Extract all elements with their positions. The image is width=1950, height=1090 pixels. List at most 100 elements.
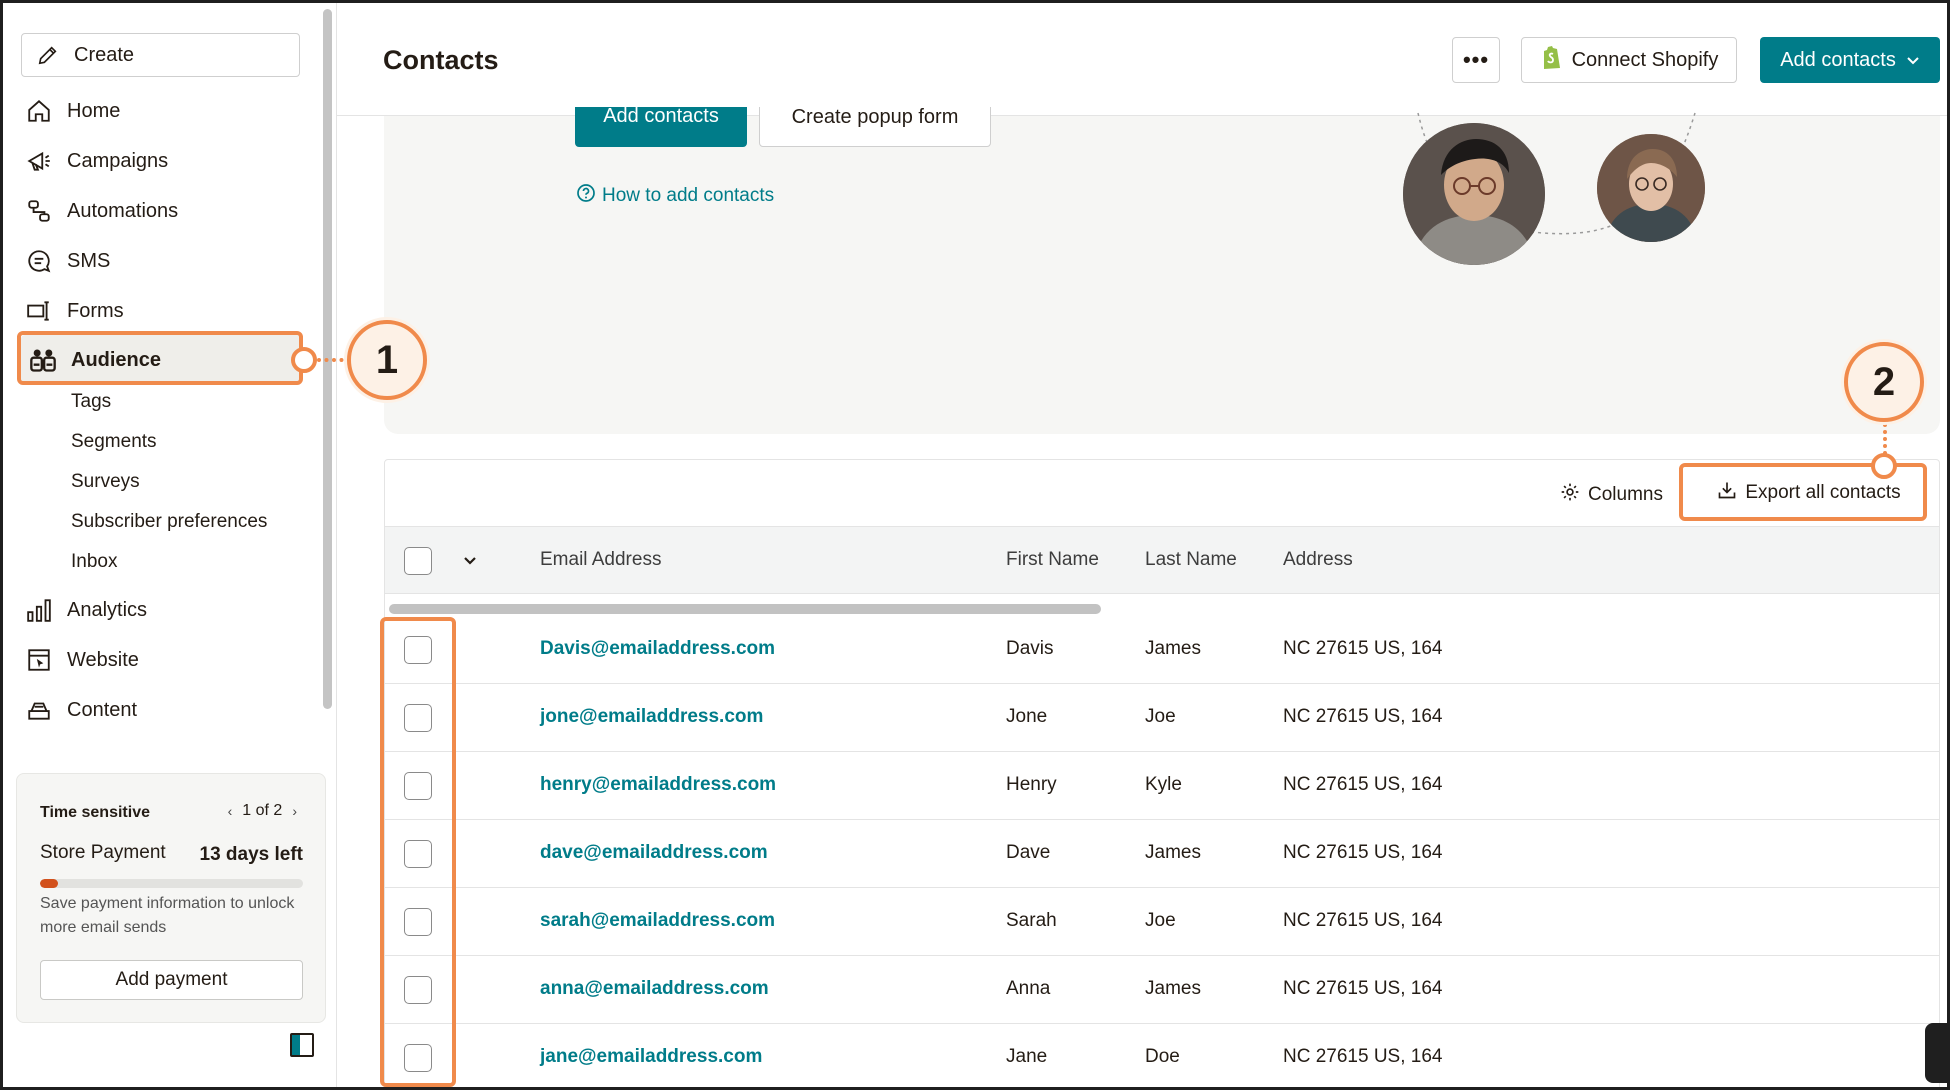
- cell-last-name: Joe: [1145, 910, 1176, 931]
- cell-email[interactable]: dave@emailaddress.com: [540, 842, 768, 864]
- cell-email[interactable]: Davis@emailaddress.com: [540, 638, 775, 660]
- cell-address: NC 27615 US, 164: [1283, 706, 1443, 727]
- cell-first-name: Anna: [1006, 978, 1051, 999]
- create-button[interactable]: Create: [21, 33, 300, 77]
- home-icon: [25, 97, 53, 125]
- table-row[interactable]: sarah@emailaddress.com Sarah Joe NC 27615 U…: [385, 888, 1939, 956]
- cell-email[interactable]: henry@emailaddress.com: [540, 774, 776, 796]
- promo-progress-bar: [40, 879, 303, 888]
- cell-email[interactable]: sarah@emailaddress.com: [540, 910, 775, 932]
- sub-item-inbox[interactable]: Inbox: [71, 547, 117, 577]
- chevron-left-icon[interactable]: ‹: [228, 803, 233, 819]
- annotation-step-1: 1: [347, 320, 427, 400]
- cell-last-name: James: [1145, 842, 1201, 863]
- nav-content[interactable]: Content: [25, 690, 137, 730]
- cell-first-name: Henry: [1006, 774, 1057, 795]
- column-header-email[interactable]: Email Address: [540, 549, 661, 571]
- nav-forms[interactable]: Forms: [25, 291, 124, 331]
- promo-days-left: 13 days left: [199, 844, 304, 865]
- cell-first-name: Dave: [1006, 842, 1051, 863]
- sub-item-subscriber-preferences[interactable]: Subscriber preferences: [71, 507, 267, 537]
- nav-automations-label: Automations: [67, 199, 179, 222]
- columns-label: Columns: [1588, 484, 1663, 505]
- shopify-icon: [1540, 44, 1564, 76]
- select-all-checkbox[interactable]: [404, 547, 432, 575]
- form-icon: [25, 297, 53, 325]
- analytics-icon: [25, 596, 53, 624]
- promo-note: Save payment information to unlock more …: [40, 895, 295, 936]
- cell-last-name: Kyle: [1145, 774, 1182, 795]
- nav-automations[interactable]: Automations: [25, 191, 178, 231]
- create-popup-form-label: Create popup form: [791, 106, 959, 128]
- cell-email[interactable]: jone@emailaddress.com: [540, 706, 763, 728]
- promo-progress-fill: [40, 879, 59, 888]
- nav-forms-label: Forms: [67, 299, 124, 322]
- more-options-button[interactable]: •••: [1452, 37, 1500, 83]
- how-to-add-contacts-link[interactable]: How to add contacts: [576, 183, 774, 209]
- side-tab[interactable]: [1925, 1023, 1947, 1083]
- cell-address: NC 27615 US, 164: [1283, 774, 1443, 795]
- cell-first-name: Sarah: [1006, 910, 1057, 931]
- chevron-down-icon: [1906, 49, 1920, 72]
- column-header-first-name[interactable]: First Name: [1006, 549, 1099, 571]
- table-row[interactable]: anna@emailaddress.com Anna James NC 27615 U…: [385, 956, 1939, 1024]
- connect-shopify-button[interactable]: Connect Shopify: [1521, 37, 1737, 83]
- nav-home[interactable]: Home: [25, 91, 120, 131]
- cell-address: NC 27615 US, 164: [1283, 978, 1443, 999]
- sub-item-segments[interactable]: Segments: [71, 427, 157, 457]
- avatar: [1403, 123, 1545, 265]
- add-payment-button[interactable]: Add payment: [40, 960, 303, 1000]
- column-header-address[interactable]: Address: [1283, 549, 1353, 571]
- hero-add-contacts-button[interactable]: Add contacts: [575, 103, 747, 147]
- create-popup-form-button[interactable]: Create popup form: [759, 103, 991, 147]
- time-sensitive-card: Time sensitive ‹ 1 of 2 › Store Payment …: [16, 773, 326, 1023]
- create-label: Create: [74, 43, 135, 66]
- annotation-highlight-audience: [17, 331, 303, 385]
- nav-home-label: Home: [67, 99, 121, 122]
- table-row[interactable]: jone@emailaddress.com Jone Joe NC 27615 US,…: [385, 684, 1939, 752]
- nav-campaigns[interactable]: Campaigns: [25, 141, 168, 181]
- header-overlap: [563, 95, 1003, 107]
- cell-email[interactable]: jane@emailaddress.com: [540, 1046, 762, 1068]
- chevron-down-icon[interactable]: [463, 553, 477, 571]
- chevron-right-icon[interactable]: ›: [292, 803, 297, 819]
- how-to-add-contacts-label: How to add contacts: [602, 185, 775, 206]
- sub-item-surveys[interactable]: Surveys: [71, 467, 140, 497]
- cell-email[interactable]: anna@emailaddress.com: [540, 978, 769, 1000]
- megaphone-icon: [25, 147, 53, 175]
- annotation-highlight-row-checkboxes: [380, 617, 456, 1087]
- pencil-icon: [36, 43, 60, 67]
- annotation-step-2: 2: [1844, 342, 1924, 422]
- automation-icon: [25, 197, 53, 225]
- cell-address: NC 27615 US, 164: [1283, 910, 1443, 931]
- table-row[interactable]: jane@emailaddress.com Jane Doe NC 27615 US,…: [385, 1024, 1939, 1087]
- help-icon: [576, 183, 596, 209]
- columns-button[interactable]: Columns: [1560, 482, 1663, 508]
- annotation-connector-line: [1883, 423, 1887, 455]
- cell-last-name: James: [1145, 978, 1201, 999]
- table-row[interactable]: dave@emailaddress.com Dave James NC 27615 U…: [385, 820, 1939, 888]
- panel-toggle-icon[interactable]: [290, 1033, 314, 1057]
- nav-campaigns-label: Campaigns: [67, 149, 169, 172]
- hero-add-contacts-label: Add contacts: [603, 105, 719, 127]
- nav-sms[interactable]: SMS: [25, 241, 110, 281]
- sub-item-tags[interactable]: Tags: [71, 387, 111, 417]
- cell-first-name: Davis: [1006, 638, 1054, 659]
- cell-first-name: Jone: [1006, 706, 1048, 727]
- contacts-table: Columns Export all contacts Email Addres…: [384, 459, 1940, 1087]
- connect-shopify-label: Connect Shopify: [1571, 48, 1719, 71]
- nav-analytics[interactable]: Analytics: [25, 590, 147, 630]
- annotation-connector-dot: [291, 347, 317, 373]
- table-horizontal-scrollbar[interactable]: [389, 604, 1101, 614]
- contacts-hero: [384, 116, 1940, 434]
- add-contacts-dropdown-button[interactable]: Add contacts: [1760, 37, 1940, 83]
- nav-content-label: Content: [67, 698, 138, 721]
- table-row[interactable]: Davis@emailaddress.com Davis James NC 27615…: [385, 616, 1939, 684]
- column-header-last-name[interactable]: Last Name: [1145, 549, 1237, 571]
- nav-analytics-label: Analytics: [67, 598, 148, 621]
- gear-icon: [1560, 482, 1580, 508]
- annotation-connector-dot: [1871, 453, 1897, 479]
- nav-website[interactable]: Website: [25, 640, 139, 680]
- app-window: Create Home Campaigns Automations SMS Fo…: [0, 0, 1950, 1090]
- table-row[interactable]: henry@emailaddress.com Henry Kyle NC 27615 …: [385, 752, 1939, 820]
